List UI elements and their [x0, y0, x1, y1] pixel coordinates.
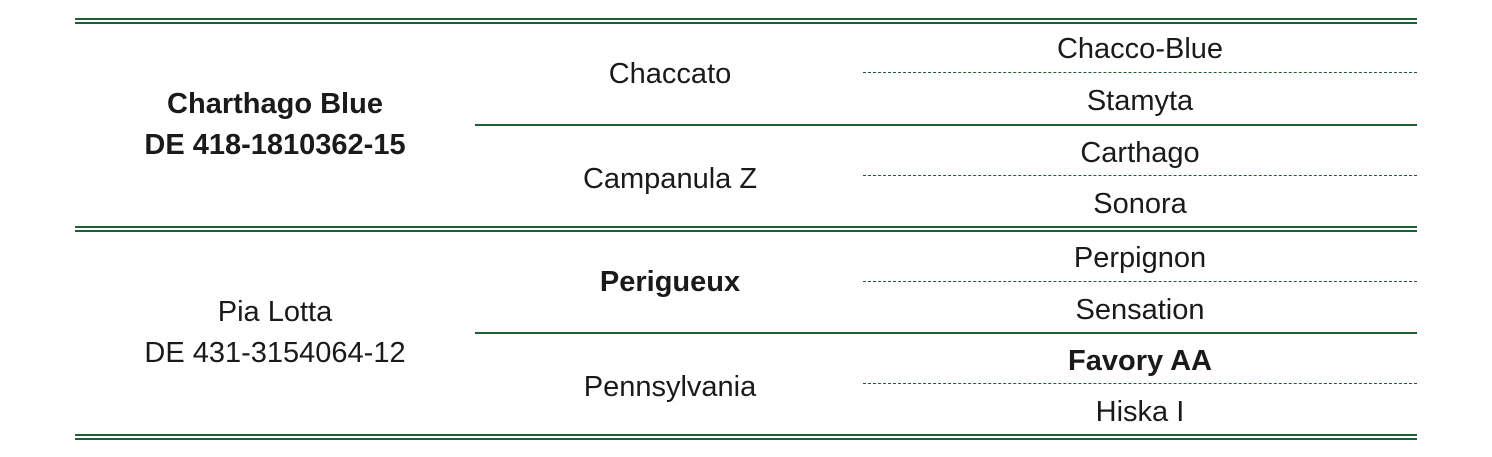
parent-name: Chaccato — [608, 57, 732, 90]
grandparent-name: Sonora — [1093, 187, 1187, 220]
horse-registration: DE 431-3154064-12 — [144, 337, 406, 369]
horse-name: Charthago Blue — [167, 88, 383, 120]
grandparent-name: Chacco-Blue — [1056, 32, 1224, 65]
grandparent-name: Favory AA — [1068, 344, 1212, 377]
parent-cell: Pennsylvania — [475, 334, 865, 440]
grandparent-cell: Stamyta — [863, 78, 1417, 124]
grandparent-cell: Sensation — [863, 287, 1417, 333]
parent-cell: Campanula Z — [475, 126, 865, 232]
grandparent-name: Stamyta — [1086, 84, 1194, 117]
grandparent-name: Hiska I — [1095, 395, 1185, 428]
horse-cell: Charthago Blue DE 418-1810362-15 — [75, 24, 475, 226]
grandparent-cell: Chacco-Blue — [863, 26, 1417, 72]
parent-name: Pennsylvania — [583, 370, 757, 403]
grandparent-cell: Carthago — [863, 130, 1417, 176]
grandparent-cell: Sonora — [863, 181, 1417, 227]
horse-registration: DE 418-1810362-15 — [144, 129, 406, 161]
grandparent-cell: Hiska I — [863, 389, 1417, 435]
grandparent-name: Carthago — [1080, 136, 1200, 169]
grandparent-cell: Favory AA — [863, 338, 1417, 384]
parent-name: Perigueux — [599, 265, 741, 298]
parent-name: Campanula Z — [582, 162, 758, 195]
horse-cell: Pia Lotta DE 431-3154064-12 — [75, 232, 475, 434]
grandparent-divider-rule — [863, 281, 1417, 282]
grandparent-name: Perpignon — [1073, 241, 1207, 274]
grandparent-cell: Perpignon — [863, 235, 1417, 281]
horse-name: Pia Lotta — [217, 296, 333, 328]
grandparent-divider-rule — [863, 72, 1417, 73]
parent-cell: Chaccato — [475, 24, 865, 124]
parent-cell: Perigueux — [475, 232, 865, 332]
grandparent-name: Sensation — [1075, 293, 1205, 326]
